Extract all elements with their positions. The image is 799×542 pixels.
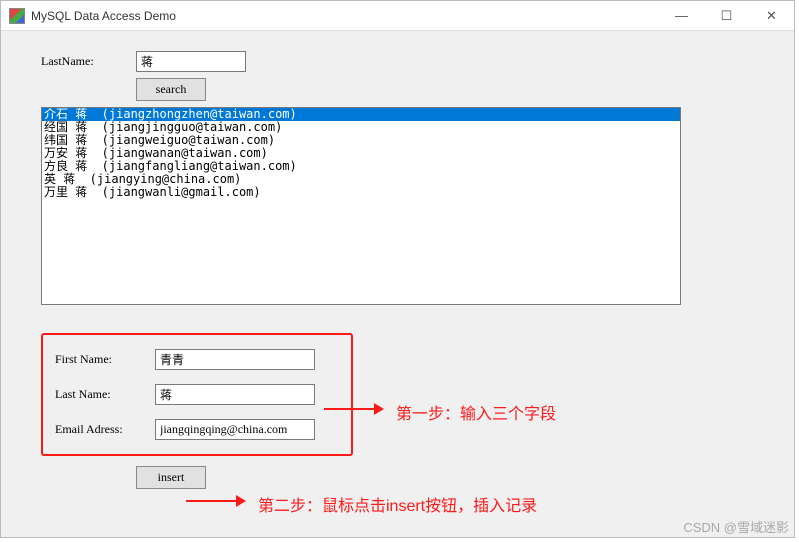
window-title: MySQL Data Access Demo: [31, 9, 659, 23]
insert-panel: First Name: Last Name: Email Adress:: [41, 333, 353, 456]
close-button[interactable]: ✕: [749, 1, 794, 30]
content-area: LastName: search 介石 蒋 (jiangzhongzhen@ta…: [1, 31, 794, 509]
last-name-row: Last Name:: [55, 384, 339, 405]
maximize-button[interactable]: ☐: [704, 1, 749, 30]
first-name-input[interactable]: [155, 349, 315, 370]
lastname-label: LastName:: [41, 54, 136, 69]
lastname-input[interactable]: [136, 51, 246, 72]
last-name-label: Last Name:: [55, 387, 155, 402]
first-name-row: First Name:: [55, 349, 339, 370]
email-row: Email Adress:: [55, 419, 339, 440]
search-row: LastName:: [41, 51, 754, 72]
annotation-step1: 第一步：输入三个字段: [396, 400, 556, 424]
arrow-icon: [324, 394, 384, 424]
minimize-button[interactable]: —: [659, 1, 704, 30]
search-button[interactable]: search: [136, 78, 206, 101]
email-input[interactable]: [155, 419, 315, 440]
list-item[interactable]: 万里 蒋 (jiangwanli@gmail.com): [42, 186, 680, 199]
annotation-step2: 第二步：鼠标点击insert按钮，插入记录: [258, 492, 537, 516]
watermark: CSDN @雪域迷影: [683, 517, 789, 536]
email-label: Email Adress:: [55, 422, 155, 437]
last-name-input[interactable]: [155, 384, 315, 405]
app-icon: [9, 8, 25, 24]
first-name-label: First Name:: [55, 352, 155, 367]
arrow-icon: [186, 486, 246, 516]
app-window: MySQL Data Access Demo — ☐ ✕ LastName: s…: [0, 0, 795, 538]
titlebar: MySQL Data Access Demo — ☐ ✕: [1, 1, 794, 31]
window-controls: — ☐ ✕: [659, 1, 794, 30]
results-listbox[interactable]: 介石 蒋 (jiangzhongzhen@taiwan.com) 经国 蒋 (j…: [41, 107, 681, 305]
